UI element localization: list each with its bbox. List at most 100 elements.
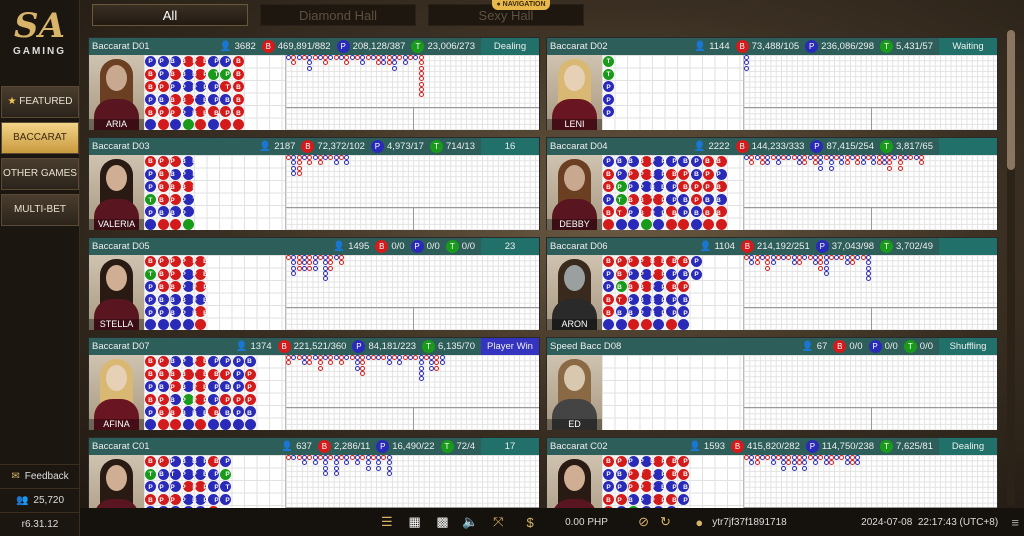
scrollbar[interactable] [1007, 30, 1015, 506]
dense-grid-view-icon[interactable]: ▩ [434, 513, 452, 531]
table-card[interactable]: Speed Bacc D08 👤 67 B 0/0 P 0/0 T 0/0 Shuffl… [546, 337, 998, 430]
big-road-mark [323, 265, 329, 271]
big-road-mark [333, 465, 339, 471]
logo-mark: SA [14, 6, 65, 46]
big-road-mark [360, 455, 366, 460]
big-road-mark [770, 255, 776, 260]
big-road-mark [344, 355, 350, 360]
tie-stats: 23,006/273 [427, 41, 475, 52]
dealer-avatar: ARIA [89, 55, 144, 130]
banker-stats: 0/0 [391, 241, 405, 252]
big-road [744, 255, 997, 308]
bead-road: BBPBPPBBPBBBPBBPBBPBPTPPBBBBPBPBPPBPPBPB… [144, 355, 286, 430]
table-card[interactable]: Baccarat D05 👤 1495 B 0/0 P 0/0 T 0/0 23 STE… [88, 237, 540, 330]
hide-balance-icon[interactable]: ⊘ [635, 513, 653, 531]
fullscreen-icon[interactable]: ⤧ [489, 513, 507, 531]
big-road-mark [291, 170, 297, 176]
banker-icon: B [735, 140, 749, 153]
dealer-name: AFINA [89, 419, 144, 430]
table-status: Player Win [481, 338, 539, 355]
big-road-mark [754, 260, 760, 266]
datetime: 2024-07-08 22:17:43 (UTC+8) [861, 516, 999, 528]
big-road-mark [765, 455, 771, 460]
big-road-mark [344, 160, 350, 166]
big-road-mark [418, 92, 424, 98]
big-road-mark [296, 170, 302, 176]
table-name: Baccarat D02 [550, 41, 608, 52]
big-road-mark [850, 155, 855, 160]
big-road-mark [860, 255, 866, 260]
feedback-button[interactable]: ✉ Feedback [0, 464, 80, 488]
navigation-button[interactable]: ● NAVIGATION [492, 0, 550, 10]
big-road-mark [744, 60, 749, 66]
table-card[interactable]: Baccarat D04 👤 2222 B 144,233/333 P 87,415/… [546, 137, 998, 230]
big-road-mark [360, 370, 366, 376]
big-road-mark [797, 260, 802, 266]
bottom-bar: ☰ ▦ ▩ 🔈 ⤧ $ 0.00 PHP ⊘ ↻ ● ytr7jf37f1891… [80, 508, 1024, 536]
big-road-mark [855, 460, 861, 466]
big-road-mark [850, 460, 855, 466]
big-road-mark [828, 255, 834, 260]
sound-icon[interactable]: 🔈 [461, 513, 479, 531]
table-card[interactable]: Baccarat D07 👤 1374 B 221,521/360 P 84,181/… [88, 337, 540, 430]
big-road-mark [802, 155, 808, 160]
player-count: 1495 [348, 241, 370, 252]
big-road-mark [865, 276, 871, 282]
table-card[interactable]: Baccarat D02 👤 1144 B 73,488/105 P 236,086/… [546, 37, 998, 130]
big-road-mark [897, 160, 903, 166]
big-road-mark [850, 260, 855, 266]
big-road-mark [286, 455, 291, 460]
big-road-mark [786, 460, 792, 466]
derived-roads [286, 208, 539, 230]
scrollbar-thumb[interactable] [1007, 30, 1015, 170]
table-header: Baccarat C02 👤 1593 B 415,820/282 P 114,750… [547, 438, 997, 455]
big-road-mark [749, 160, 755, 166]
big-road-mark [291, 270, 297, 276]
list-view-icon[interactable]: ☰ [378, 513, 396, 531]
tab-diamond-hall[interactable]: Diamond Hall [260, 4, 416, 26]
big-road-mark [312, 255, 318, 260]
sidebar-item-baccarat[interactable]: BACCARAT [1, 122, 79, 154]
big-road-mark [317, 355, 323, 360]
big-road-mark [759, 255, 765, 260]
big-road-mark [386, 355, 392, 360]
big-road-mark [376, 60, 382, 66]
big-road-mark [881, 155, 887, 160]
table-card[interactable]: Baccarat D06 👤 1104 B 214,192/251 P 37,043/… [546, 237, 998, 330]
big-road-mark [328, 260, 334, 266]
big-road-mark [392, 355, 397, 360]
player-stats: 208,128/387 [352, 41, 406, 52]
player-icon: P [805, 440, 819, 453]
table-card[interactable]: Baccarat D03 👤 2187 B 72,372/102 P 4,973/17… [88, 137, 540, 230]
big-road-mark [418, 365, 424, 371]
big-road [286, 155, 539, 208]
big-road-mark [770, 260, 776, 266]
big-road-mark [744, 255, 749, 260]
big-road-mark [439, 360, 445, 366]
big-road-mark [413, 355, 419, 360]
big-road-mark [418, 360, 424, 366]
big-road-mark [903, 155, 908, 160]
big-road-mark [333, 155, 339, 160]
big-road-mark [828, 160, 834, 166]
player-count: 67 [816, 341, 828, 352]
big-road-mark [791, 465, 797, 471]
big-road-mark [360, 365, 366, 371]
table-card[interactable]: Baccarat D01 👤 3682 B 469,891/882 P 208,128… [88, 37, 540, 130]
sidebar-item-featured[interactable]: ★ FEATURED [1, 86, 79, 118]
big-road-mark [897, 155, 903, 160]
big-road-mark [402, 55, 408, 60]
sidebar-item-other-games[interactable]: OTHER GAMES [1, 158, 79, 190]
tab-all[interactable]: All [92, 4, 248, 26]
big-road-mark [749, 455, 755, 460]
table-name: Speed Bacc D08 [550, 341, 622, 352]
refresh-icon[interactable]: ↻ [656, 513, 674, 531]
big-road-mark [828, 155, 834, 160]
banker-icon: B [277, 340, 291, 353]
grid-view-icon[interactable]: ▦ [406, 513, 424, 531]
big-road-mark [876, 155, 882, 160]
sidebar-item-multi-bet[interactable]: MULTI-BET [1, 194, 79, 226]
dollar-icon: $ [526, 514, 534, 530]
big-road-mark [418, 60, 424, 66]
menu-icon[interactable]: ≡ [1006, 513, 1024, 531]
